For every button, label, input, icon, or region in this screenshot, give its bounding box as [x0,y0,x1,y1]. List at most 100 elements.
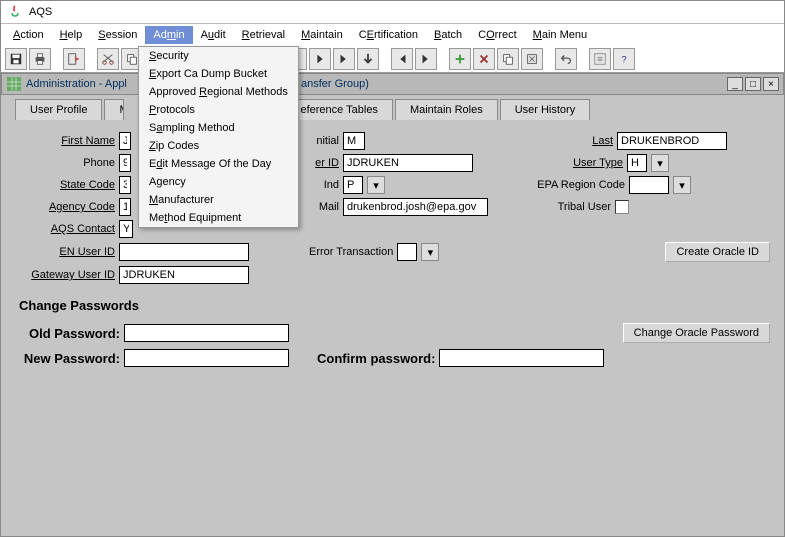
label-new-password: New Password: [15,351,120,366]
menu-maintain[interactable]: Maintain [293,26,351,44]
delete-err-dropdown-icon[interactable]: ▾ [421,243,439,261]
confirm-password-field[interactable] [439,349,604,367]
nav-next-icon[interactable] [415,48,437,70]
cut-icon[interactable] [97,48,119,70]
agency-code-field[interactable] [119,198,131,216]
label-ind: Ind [309,179,339,191]
tabs: User Profile M eference Tables Maintain … [15,99,780,120]
dropdown-export-ca[interactable]: Export Ca Dump Bucket [139,65,298,83]
new-password-field[interactable] [124,349,289,367]
menu-main[interactable]: Main Menu [525,26,595,44]
label-phone: Phone [15,157,115,169]
tab-partial-m[interactable]: M [104,99,124,120]
maximize-icon[interactable]: □ [745,77,761,91]
undo-icon[interactable] [555,48,577,70]
epa-region-dropdown-icon[interactable]: ▾ [673,176,691,194]
dropdown-approved-regional[interactable]: Approved Regional Methods [139,83,298,101]
dropdown-protocols[interactable]: Protocols [139,101,298,119]
down-arrow-icon[interactable] [357,48,379,70]
dropdown-zip[interactable]: Zip Codes [139,137,298,155]
remove-record-icon[interactable] [473,48,495,70]
label-initial: nitial [309,135,339,147]
label-last: Last [583,135,613,147]
exit-icon[interactable] [63,48,85,70]
menu-certification[interactable]: CErtification [351,26,426,44]
dropdown-security[interactable]: Security [139,47,298,65]
old-password-field[interactable] [124,324,289,342]
label-epa-region: EPA Region Code [525,179,625,191]
dropdown-manufacturer[interactable]: Manufacturer [139,191,298,209]
label-en-user-id: EN User ID [15,246,115,258]
menu-correct[interactable]: COrrect [470,26,525,44]
form-area: First Name nitial Last Phone er ID User … [5,126,780,377]
gateway-user-id-field[interactable] [119,266,249,284]
label-user-id: er ID [309,157,339,169]
label-gateway-user-id: Gateway User ID [15,269,115,281]
menu-audit[interactable]: Audit [193,26,234,44]
tab-user-profile[interactable]: User Profile [15,99,102,120]
duplicate-icon[interactable] [497,48,519,70]
en-user-id-field[interactable] [119,243,249,261]
dropdown-sampling[interactable]: Sampling Method [139,119,298,137]
tab-reference-tables[interactable]: eference Tables [285,99,392,120]
first-name-field[interactable] [119,132,131,150]
print-icon[interactable] [29,48,51,70]
label-email: Mail [309,201,339,213]
menubar: Action Help Session Admin Audit Retrieva… [1,24,784,46]
form-icon [6,76,22,92]
tribal-user-checkbox[interactable] [615,200,629,214]
aqs-contact-field[interactable] [119,220,133,238]
menu-batch[interactable]: Batch [426,26,470,44]
inner-title-left: Administration - Appl [26,78,127,90]
tab-maintain-roles[interactable]: Maintain Roles [395,99,498,120]
user-type-field[interactable] [627,154,647,172]
insert-record-icon[interactable] [449,48,471,70]
phone-field[interactable] [119,154,131,172]
create-oracle-button[interactable]: Create Oracle ID [665,242,770,262]
last-record-icon[interactable] [333,48,355,70]
epa-region-field[interactable] [629,176,669,194]
menu-session[interactable]: Session [90,26,145,44]
label-confirm-password: Confirm password: [317,351,435,366]
toolbar: ? [1,46,784,73]
next-record-icon[interactable] [309,48,331,70]
inner-window-titlebar: Administration - Appl ansfer Group) _ □ … [1,73,784,95]
delete-err-field[interactable] [397,243,417,261]
menu-help[interactable]: Help [52,26,91,44]
content-area: User Profile M eference Tables Maintain … [1,95,784,536]
lov-icon[interactable] [589,48,611,70]
menu-retrieval[interactable]: Retrieval [234,26,293,44]
app-title: AQS [29,6,52,18]
help-icon[interactable]: ? [613,48,635,70]
save-icon[interactable] [5,48,27,70]
inner-title-right: ansfer Group) [301,78,369,90]
change-oracle-password-button[interactable]: Change Oracle Password [623,323,770,343]
label-first-name: First Name [15,135,115,147]
menu-action[interactable]: Action [5,26,52,44]
label-old-password: Old Password: [15,326,120,341]
label-aqs-contact: AQS Contact [15,223,115,235]
state-code-field[interactable] [119,176,131,194]
ind-field[interactable] [343,176,363,194]
last-name-field[interactable] [617,132,727,150]
tab-user-history[interactable]: User History [500,99,591,120]
user-id-field[interactable] [343,154,473,172]
label-delete-err: Error Transaction [309,246,393,258]
nav-prev-icon[interactable] [391,48,413,70]
menu-admin[interactable]: Admin [145,26,192,44]
label-user-type: User Type [563,157,623,169]
close-icon[interactable]: × [763,77,779,91]
minimize-icon[interactable]: _ [727,77,743,91]
user-type-dropdown-icon[interactable]: ▾ [651,154,669,172]
change-passwords-heading: Change Passwords [19,298,770,313]
dropdown-agency[interactable]: Agency [139,173,298,191]
clear-icon[interactable] [521,48,543,70]
label-tribal-user: Tribal User [551,201,611,213]
dropdown-method-equipment[interactable]: Method Equipment [139,209,298,227]
ind-dropdown-icon[interactable]: ▾ [367,176,385,194]
initial-field[interactable] [343,132,365,150]
java-icon [7,4,23,20]
label-agency-code: Agency Code [15,201,115,213]
email-field[interactable] [343,198,488,216]
dropdown-edit-message[interactable]: Edit Message Of the Day [139,155,298,173]
